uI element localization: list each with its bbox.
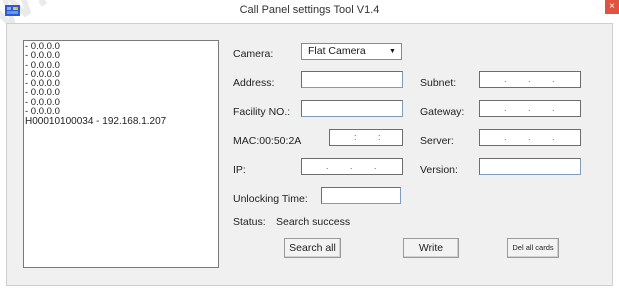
- window-title: Call Panel settings Tool V1.4: [239, 4, 380, 16]
- mac-label: MAC:00:50:2A: [233, 135, 302, 147]
- server-ip-field[interactable]: . . .: [479, 129, 581, 146]
- gateway-ip-field[interactable]: . . .: [479, 100, 581, 117]
- ip-dot: .: [374, 161, 377, 171]
- search-all-button[interactable]: Search all: [284, 238, 341, 258]
- del-all-cards-button[interactable]: Del all cards: [507, 238, 559, 258]
- unlocking-time-label: Unlocking Time:: [233, 193, 308, 205]
- facility-label: Facility NO.:: [233, 106, 291, 118]
- address-field[interactable]: [301, 71, 403, 88]
- status-label: Status:: [233, 216, 266, 228]
- ip-dot: .: [552, 103, 555, 113]
- mac-field[interactable]: : :: [329, 129, 403, 146]
- address-label: Address:: [233, 77, 275, 89]
- status-value: Search success: [276, 216, 351, 228]
- facility-field[interactable]: [301, 100, 403, 117]
- version-label: Version:: [420, 164, 458, 176]
- write-button[interactable]: Write: [403, 238, 459, 258]
- ip-dot: .: [350, 161, 353, 171]
- subnet-label: Subnet:: [420, 77, 457, 89]
- list-item[interactable]: H00010100034 - 192.168.1.207: [25, 117, 218, 127]
- ip-dot: .: [504, 132, 507, 142]
- ip-dot: .: [528, 132, 531, 142]
- version-field[interactable]: [479, 158, 581, 175]
- gateway-label: Gateway:: [420, 106, 465, 118]
- ip-dot: .: [326, 161, 329, 171]
- mac-colon: :: [378, 132, 381, 142]
- ip-dot: .: [528, 74, 531, 84]
- ip-dot: .: [504, 103, 507, 113]
- ip-address-field[interactable]: . . .: [301, 158, 403, 175]
- ip-dot: .: [528, 103, 531, 113]
- server-label: Server:: [420, 135, 454, 147]
- chevron-down-icon[interactable]: ▼: [386, 45, 399, 58]
- camera-label: Camera:: [233, 48, 274, 60]
- device-list[interactable]: - 0.0.0.0- 0.0.0.0- 0.0.0.0- 0.0.0.0- 0.…: [23, 40, 219, 268]
- close-button[interactable]: ×: [605, 0, 619, 14]
- camera-select-value: Flat Camera: [308, 45, 366, 57]
- subnet-ip-field[interactable]: . . .: [479, 71, 581, 88]
- ip-dot: .: [552, 132, 555, 142]
- ip-label: IP:: [233, 164, 246, 176]
- ip-dot: .: [504, 74, 507, 84]
- unlocking-time-field[interactable]: [321, 187, 401, 204]
- title-bar: Call Panel settings Tool V1.4 ×: [0, 0, 619, 22]
- camera-select[interactable]: Flat Camera ▼: [301, 43, 402, 60]
- mac-colon: :: [354, 132, 357, 142]
- ip-dot: .: [552, 74, 555, 84]
- list-item[interactable]: - 0.0.0.0: [25, 107, 218, 117]
